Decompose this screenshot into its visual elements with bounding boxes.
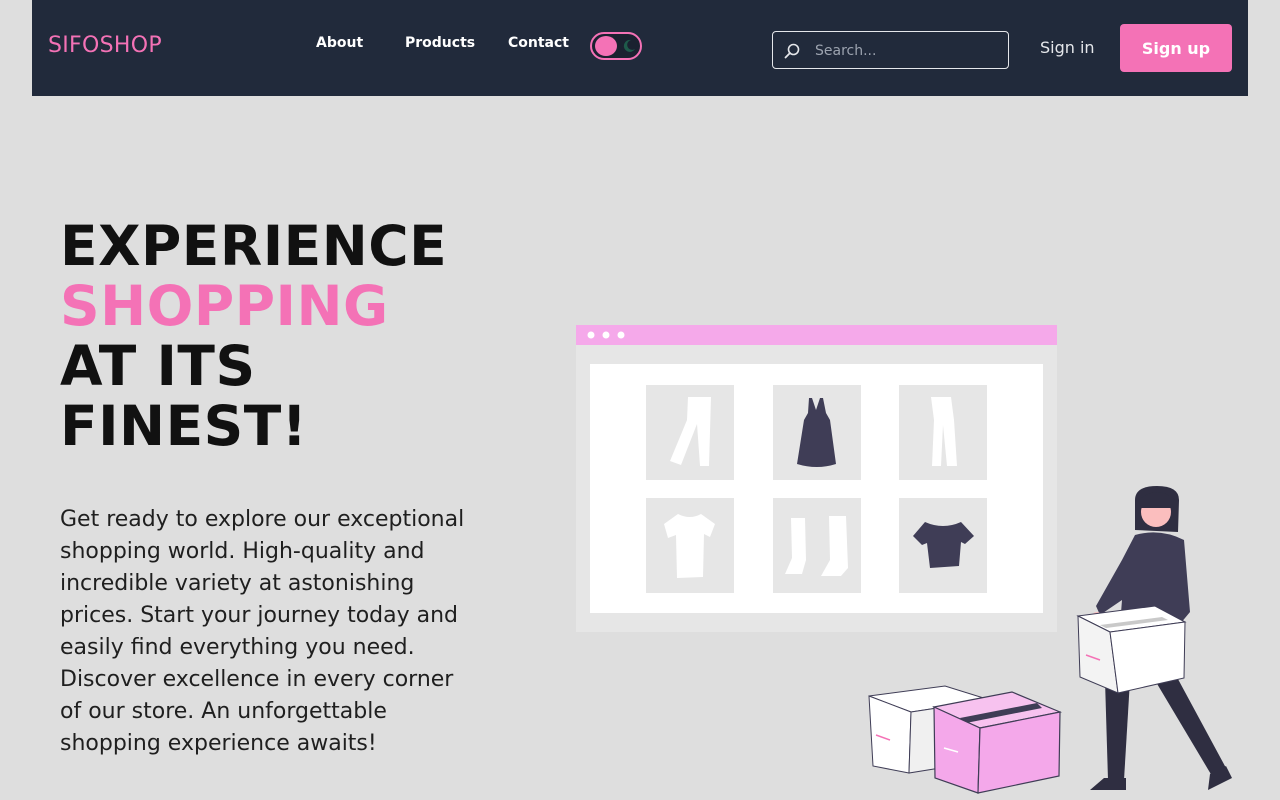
tshirt-icon: [646, 498, 734, 593]
trousers-icon: [899, 385, 987, 480]
pants-icon: [646, 385, 734, 480]
box-pink-illustration: [932, 691, 1063, 794]
person-illustration: [1076, 486, 1232, 790]
boots-icon: [773, 498, 861, 593]
crop-top-icon: [899, 498, 987, 593]
dress-icon: [773, 385, 861, 480]
shopping-illustration: [576, 325, 1232, 794]
